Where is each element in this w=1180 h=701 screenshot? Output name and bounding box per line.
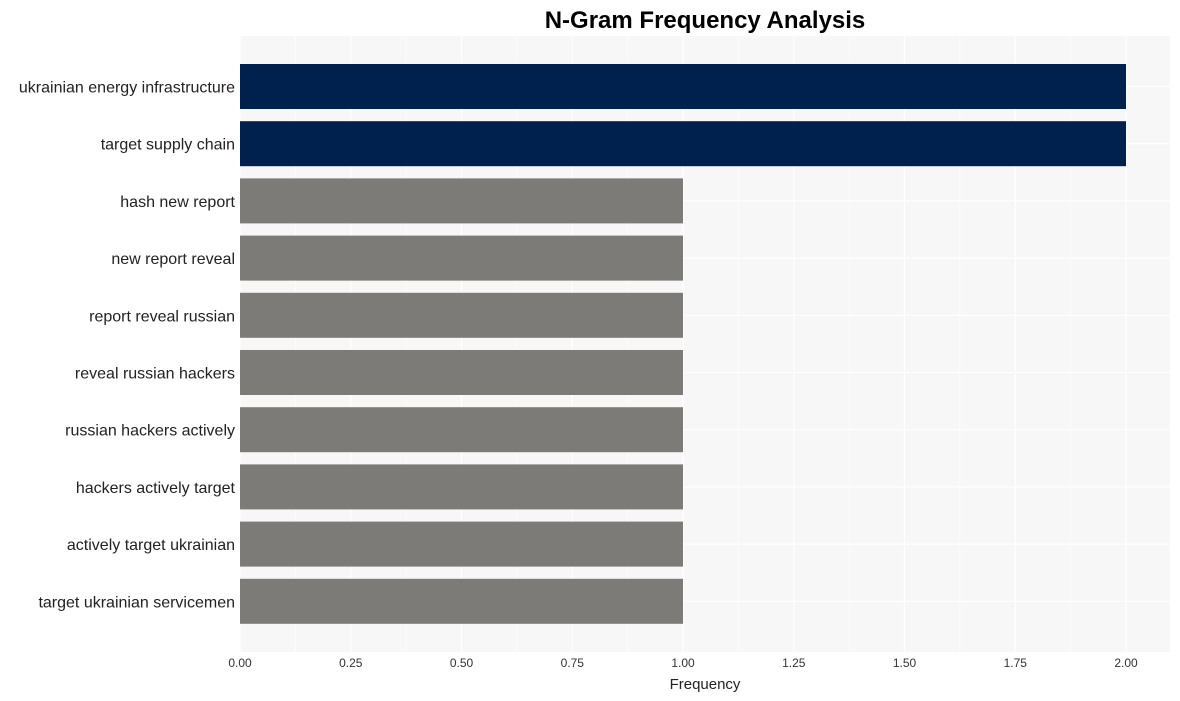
x-tick-label: 0.00 [228, 656, 252, 670]
bar [240, 292, 683, 338]
x-tick-label: 2.00 [1114, 656, 1138, 670]
y-tick-label: reveal russian hackers [75, 366, 235, 383]
bar [240, 521, 683, 567]
bar [240, 350, 683, 395]
x-tick-label: 1.00 [671, 656, 695, 670]
y-tick-label: target supply chain [101, 137, 235, 154]
y-tick-label: report reveal russian [89, 308, 235, 325]
bar [240, 235, 683, 281]
y-tick-label: new report reveal [111, 251, 235, 268]
bar [240, 64, 1126, 109]
x-tick-label: 0.25 [339, 656, 363, 670]
x-axis-ticks: 0.00 0.25 0.50 0.75 1.00 1.25 1.50 1.75 2.00 [228, 656, 1138, 670]
bar [240, 178, 683, 224]
bar [240, 121, 1126, 167]
ngram-bar-chart: ukrainian energy infrastructure target su… [19, 7, 1170, 693]
y-tick-label: actively target ukrainian [67, 537, 235, 554]
x-tick-label: 1.50 [893, 656, 917, 670]
y-tick-label: hackers actively target [76, 480, 236, 497]
bar [240, 464, 683, 510]
y-axis-labels: ukrainian energy infrastructure target su… [19, 80, 236, 612]
x-tick-label: 0.75 [561, 656, 585, 670]
chart-title: N-Gram Frequency Analysis [545, 7, 866, 34]
y-tick-label: russian hackers actively [65, 423, 235, 440]
bar [240, 578, 683, 624]
x-tick-label: 0.50 [450, 656, 474, 670]
bar [240, 407, 683, 453]
x-tick-label: 1.25 [782, 656, 806, 670]
y-tick-label: target ukrainian servicemen [38, 594, 235, 611]
y-tick-label: ukrainian energy infrastructure [19, 80, 235, 97]
x-axis-label: Frequency [670, 676, 741, 693]
x-tick-label: 1.75 [1004, 656, 1028, 670]
y-tick-label: hash new report [120, 194, 235, 211]
